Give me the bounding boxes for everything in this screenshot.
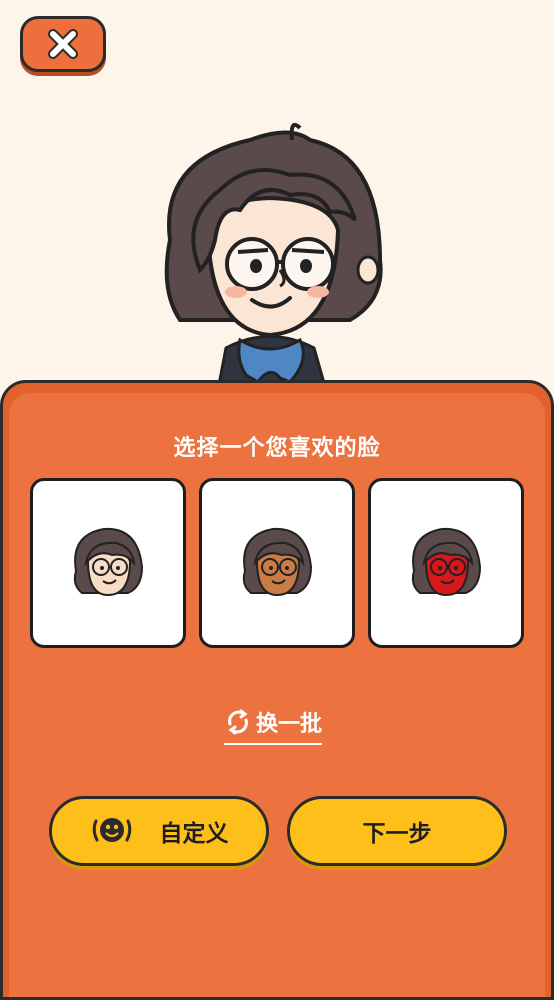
close-icon bbox=[48, 29, 78, 59]
face-selection-panel bbox=[0, 380, 554, 1000]
close-button[interactable] bbox=[20, 16, 106, 72]
next-label: 下一步 bbox=[362, 821, 432, 847]
face-option-1[interactable] bbox=[30, 478, 186, 648]
customize-button[interactable]: 自定义 bbox=[49, 796, 269, 866]
face-option-3[interactable] bbox=[368, 478, 524, 648]
avatar-preview bbox=[164, 123, 383, 390]
next-button[interactable]: 下一步 bbox=[287, 796, 507, 866]
refresh-faces-button[interactable]: 换一批 bbox=[224, 703, 323, 745]
customize-label: 自定义 bbox=[159, 821, 229, 847]
smiley-face-icon bbox=[92, 818, 131, 842]
refresh-icon bbox=[228, 709, 248, 735]
panel-title: 选择一个您喜欢的脸 bbox=[173, 436, 381, 461]
face-thumbnail-icon bbox=[73, 527, 144, 597]
face-option-2[interactable] bbox=[199, 478, 355, 648]
refresh-label: 换一批 bbox=[256, 712, 323, 737]
face-thumbnail-icon bbox=[411, 527, 482, 597]
face-thumbnail-icon bbox=[242, 527, 313, 597]
